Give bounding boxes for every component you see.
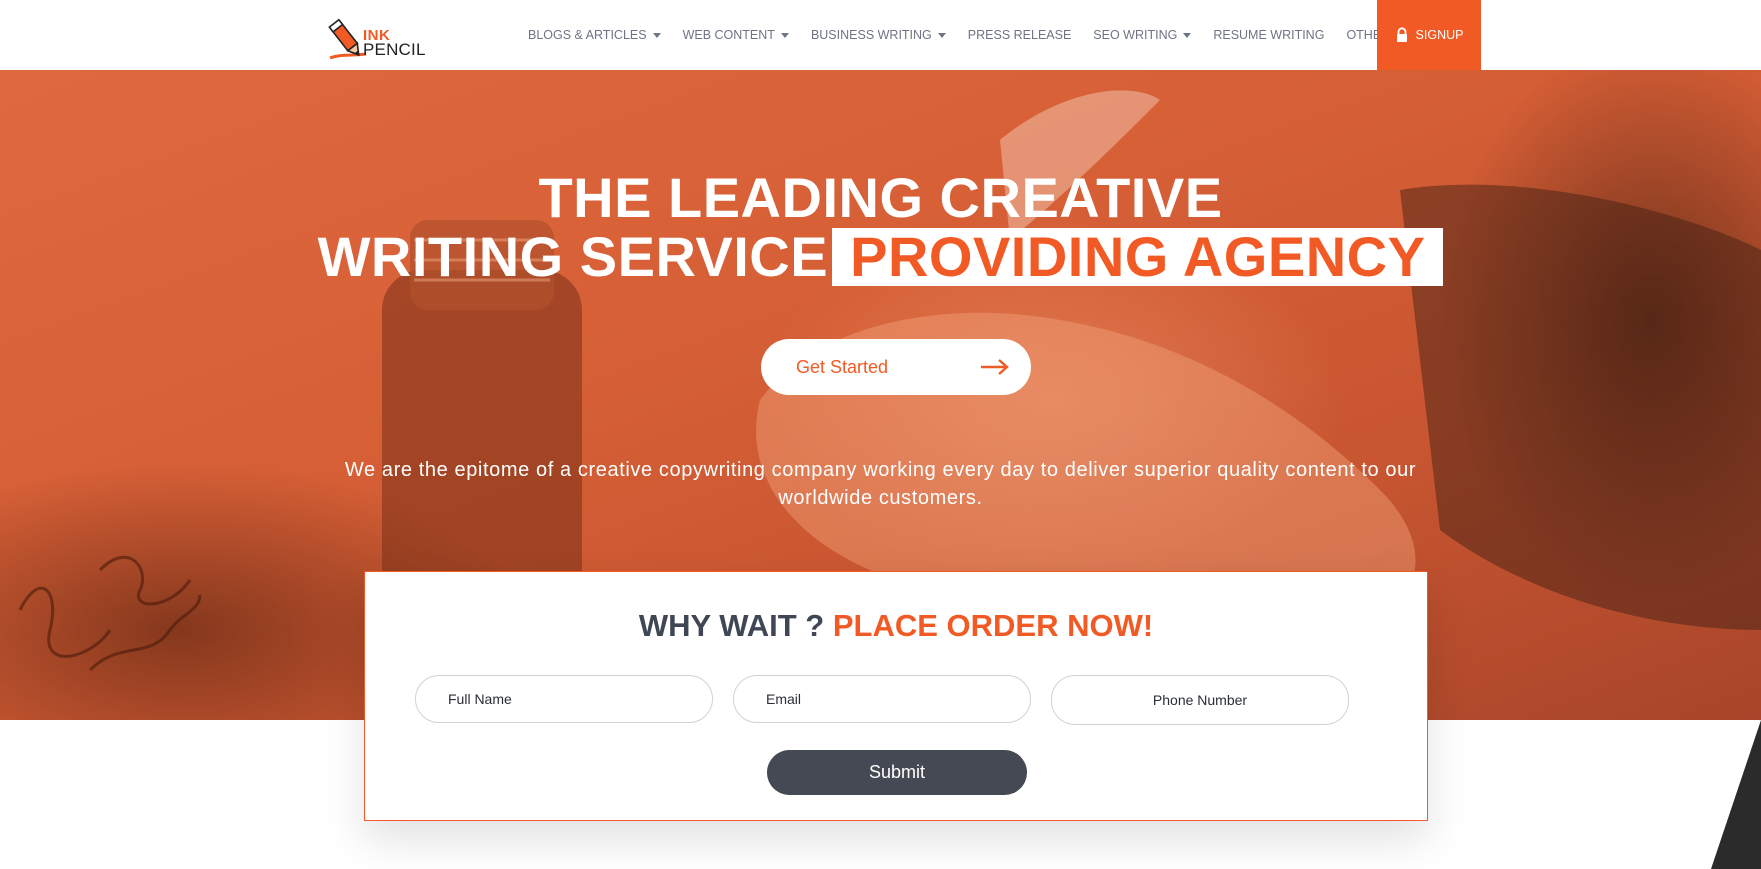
submit-label: Submit bbox=[868, 762, 926, 782]
get-started-button[interactable]: Get Started bbox=[761, 339, 1031, 395]
arrow-right-icon bbox=[981, 359, 1009, 375]
nav-item-blogs-articles[interactable]: BLOGS & ARTICLES bbox=[528, 0, 661, 70]
hero-title-plain: WRITING SERVICE bbox=[317, 225, 829, 288]
top-navbar: INK PENCIL BLOGS & ARTICLES WEB CONTENT … bbox=[0, 0, 1761, 70]
full-name-input[interactable]: Full Name bbox=[415, 675, 713, 723]
nav-label: BLOGS & ARTICLES bbox=[528, 28, 647, 42]
caret-down-icon bbox=[652, 32, 661, 38]
email-placeholder: Email bbox=[766, 691, 802, 707]
caret-down-icon bbox=[937, 32, 946, 38]
lock-icon bbox=[1396, 27, 1407, 42]
corner-decoration bbox=[1711, 720, 1761, 869]
order-title-plain: WHY WAIT ? bbox=[638, 608, 833, 643]
hero-title-line-2: WRITING SERVICE PROVIDING AGENCY bbox=[0, 227, 1761, 287]
nav-item-seo-writing[interactable]: SEO WRITING bbox=[1093, 0, 1192, 70]
hero-subtitle: We are the epitome of a creative copywri… bbox=[344, 459, 1417, 509]
order-title-accent: PLACE ORDER NOW! bbox=[832, 608, 1154, 643]
nav-item-business-writing[interactable]: BUSINESS WRITING bbox=[811, 0, 946, 70]
hero-title-highlight: PROVIDING AGENCY bbox=[832, 228, 1444, 286]
nav-item-web-content[interactable]: WEB CONTENT bbox=[683, 0, 789, 70]
main-menu: BLOGS & ARTICLES WEB CONTENT BUSINESS WR… bbox=[528, 0, 1435, 70]
signup-button[interactable]: SIGNUP bbox=[1377, 0, 1481, 70]
email-input[interactable]: Email bbox=[733, 675, 1031, 723]
caret-down-icon bbox=[1183, 32, 1192, 38]
nav-label: PRESS RELEASE bbox=[967, 28, 1072, 42]
nav-label: BUSINESS WRITING bbox=[810, 28, 932, 42]
nav-label: SEO WRITING bbox=[1093, 28, 1178, 42]
order-form-title: WHY WAIT ? PLACE ORDER NOW! bbox=[365, 608, 1427, 644]
caret-down-icon bbox=[780, 32, 789, 38]
submit-button[interactable]: Submit bbox=[767, 750, 1027, 795]
phone-placeholder: Phone Number bbox=[1152, 692, 1248, 708]
signup-label: SIGNUP bbox=[1415, 28, 1464, 42]
brand-logo[interactable]: INK PENCIL bbox=[326, 16, 425, 62]
nav-label: RESUME WRITING bbox=[1213, 28, 1325, 42]
nav-item-press-release[interactable]: PRESS RELEASE bbox=[968, 0, 1072, 70]
order-form-card: WHY WAIT ? PLACE ORDER NOW! Full Name Em… bbox=[364, 571, 1428, 821]
phone-number-input[interactable]: Phone Number bbox=[1051, 675, 1349, 725]
full-name-placeholder: Full Name bbox=[448, 691, 512, 707]
logo-text-pencil: PENCIL bbox=[363, 40, 426, 59]
nav-item-resume-writing[interactable]: RESUME WRITING bbox=[1213, 0, 1324, 70]
hero-title-line-1: THE LEADING CREATIVE bbox=[538, 166, 1223, 229]
nav-label: WEB CONTENT bbox=[682, 28, 775, 42]
get-started-label: Get Started bbox=[796, 356, 889, 377]
